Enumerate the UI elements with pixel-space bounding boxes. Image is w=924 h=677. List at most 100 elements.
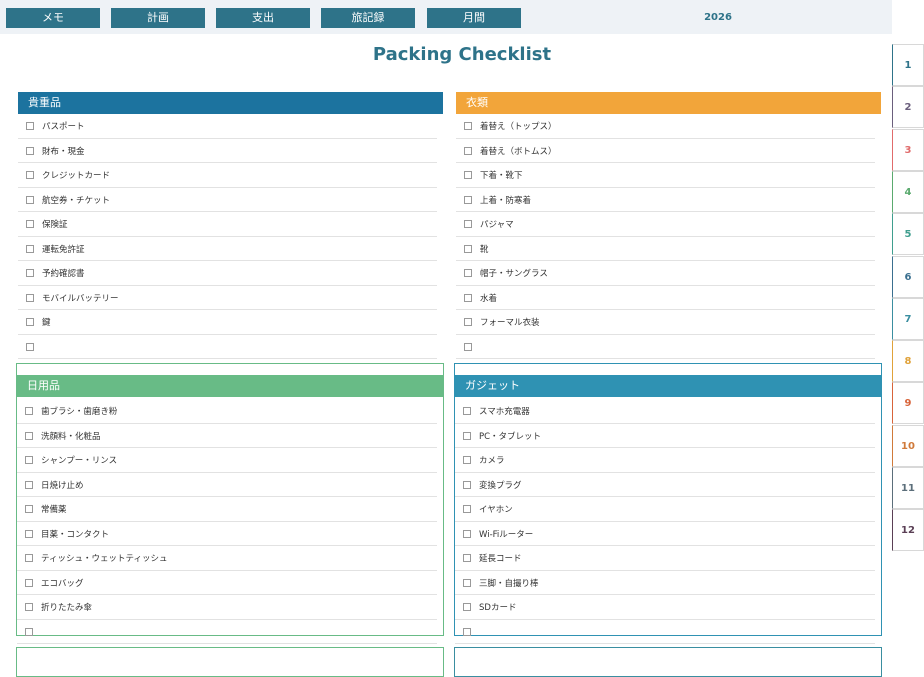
checklist-row-daily-goods: ティッシュ・ウェットティッシュ: [17, 546, 437, 571]
checklist-item-label: 予約確認書: [42, 269, 85, 279]
checkbox[interactable]: [464, 342, 472, 351]
checkbox[interactable]: [25, 627, 33, 636]
checkbox[interactable]: [25, 456, 33, 464]
checkbox[interactable]: [25, 578, 33, 587]
month-tab-6[interactable]: 6: [892, 255, 924, 298]
checklist-item-label: 水着: [480, 293, 498, 304]
checkbox[interactable]: [26, 122, 34, 130]
month-tab-4[interactable]: 4: [892, 170, 924, 213]
month-tab-7[interactable]: 7: [892, 297, 924, 340]
checkbox[interactable]: [463, 456, 471, 464]
page-title: Packing Checklist: [372, 44, 552, 65]
month-tab-12[interactable]: 12: [892, 509, 924, 552]
checkbox[interactable]: [463, 603, 471, 611]
checklist-row-valuables: モバイルバッテリー: [18, 286, 437, 310]
nav-tab-expenses[interactable]: 支出: [216, 8, 310, 28]
checklist-item-label: 折りたたみ傘: [41, 603, 93, 613]
checklist-item-label: イヤホン: [479, 505, 513, 515]
checkbox[interactable]: [464, 220, 472, 228]
checkbox[interactable]: [463, 407, 471, 415]
checklist-item-label: 運転免許証: [42, 244, 85, 255]
checkbox[interactable]: [26, 244, 34, 253]
checklist-row-daily-goods: [17, 620, 437, 644]
checklist-item-label: クレジットカード: [42, 171, 111, 181]
month-tab-3[interactable]: 3: [892, 128, 924, 171]
checklist-row-clothing: 帽子・サングラス: [456, 261, 875, 286]
checklist-row-gadgets: カメラ: [455, 448, 875, 473]
checkbox[interactable]: [464, 171, 472, 179]
month-tab-5[interactable]: 5: [892, 213, 924, 256]
checklist-item-label: 変換プラグ: [479, 480, 522, 491]
panel-daily-goods-header: 日用品: [17, 375, 443, 397]
checkbox[interactable]: [463, 431, 471, 440]
checklist-item-label: 着替え（トップス）: [480, 122, 557, 132]
checkbox[interactable]: [26, 293, 34, 302]
checklist-item-label: 保険証: [42, 220, 68, 230]
checkbox[interactable]: [25, 529, 33, 538]
nav-tab-memo[interactable]: メモ: [6, 8, 100, 28]
month-tab-10[interactable]: 10: [892, 424, 924, 467]
checklist-row-clothing: 靴: [456, 237, 875, 261]
checklist-row-valuables: [18, 335, 437, 359]
checklist-row-valuables: クレジットカード: [18, 163, 437, 188]
checkbox[interactable]: [26, 146, 34, 155]
checklist-item-label: 洗顔料・化粧品: [41, 431, 101, 442]
checklist-row-gadgets: 三脚・自撮り棒: [455, 571, 875, 595]
checklist-item-label: カメラ: [479, 456, 505, 466]
checkbox[interactable]: [25, 480, 33, 489]
checklist-item-label: モバイルバッテリー: [42, 293, 119, 304]
checklist-row-valuables: パスポート: [18, 114, 437, 139]
panel-clothing: 衣類 着替え（トップス） 着替え（ボトムス） 下着・靴下 上着・防寒着 パジャマ靴帽子・…: [455, 91, 882, 361]
checkbox[interactable]: [25, 407, 33, 415]
checklist-item-label: スマホ充電器: [479, 407, 530, 417]
checkbox[interactable]: [26, 171, 34, 179]
checklist-row-gadgets: イヤホン: [455, 497, 875, 522]
checkbox[interactable]: [464, 244, 472, 253]
checkbox[interactable]: [463, 578, 471, 587]
checkbox[interactable]: [464, 318, 472, 326]
checklist-item-label: PC・タブレット: [479, 431, 542, 442]
checkbox[interactable]: [25, 431, 33, 440]
checkbox[interactable]: [463, 627, 471, 636]
checklist-row-clothing: 着替え（トップス）: [456, 114, 875, 139]
checklist-item-label: Wi-Fiルーター: [479, 529, 534, 540]
checkbox[interactable]: [25, 505, 33, 513]
checkbox[interactable]: [26, 342, 34, 351]
checkbox[interactable]: [26, 195, 34, 204]
nav-tab-travel-log[interactable]: 旅記録: [321, 8, 415, 28]
month-tab-11[interactable]: 11: [892, 467, 924, 509]
checkbox[interactable]: [464, 195, 472, 204]
checklist-row-clothing: 着替え（ボトムス）: [456, 139, 875, 163]
checkbox[interactable]: [26, 269, 34, 277]
checkbox[interactable]: [463, 505, 471, 513]
checklist-item-label: 日焼け止め: [41, 480, 84, 491]
checkbox[interactable]: [463, 554, 471, 562]
checklist-row-daily-goods: シャンプー・リンス: [17, 448, 437, 473]
month-tab-2[interactable]: 2: [892, 86, 924, 129]
nav-tab-plan[interactable]: 計画: [111, 8, 205, 28]
panel-next-right: [454, 647, 882, 677]
checklist-row-gadgets: SDカード: [455, 595, 875, 620]
checkbox[interactable]: [464, 269, 472, 277]
checkbox[interactable]: [26, 318, 34, 326]
month-tab-1[interactable]: 1: [892, 44, 924, 86]
checklist-row-daily-goods: エコバッグ: [17, 571, 437, 595]
checklist-row-gadgets: スマホ充電器: [455, 399, 875, 424]
checkbox[interactable]: [464, 146, 472, 155]
checkbox[interactable]: [464, 293, 472, 302]
checkbox[interactable]: [25, 603, 33, 611]
checklist-item-label: パスポート: [42, 122, 85, 132]
month-tab-9[interactable]: 9: [892, 382, 924, 425]
month-tab-8[interactable]: 8: [892, 340, 924, 383]
checklist-item-label: 鍵: [42, 318, 51, 328]
checklist-row-daily-goods: 日焼け止め: [17, 473, 437, 497]
checkbox[interactable]: [464, 122, 472, 130]
checkbox[interactable]: [463, 480, 471, 489]
checklist-item-label: 目薬・コンタクト: [41, 529, 110, 540]
checklist-item-label: 航空券・チケット: [42, 195, 111, 206]
checkbox[interactable]: [26, 220, 34, 228]
checklist-item-label: 延長コード: [479, 554, 522, 564]
checkbox[interactable]: [25, 554, 33, 562]
checkbox[interactable]: [463, 529, 471, 538]
nav-tab-monthly[interactable]: 月間: [427, 8, 521, 28]
